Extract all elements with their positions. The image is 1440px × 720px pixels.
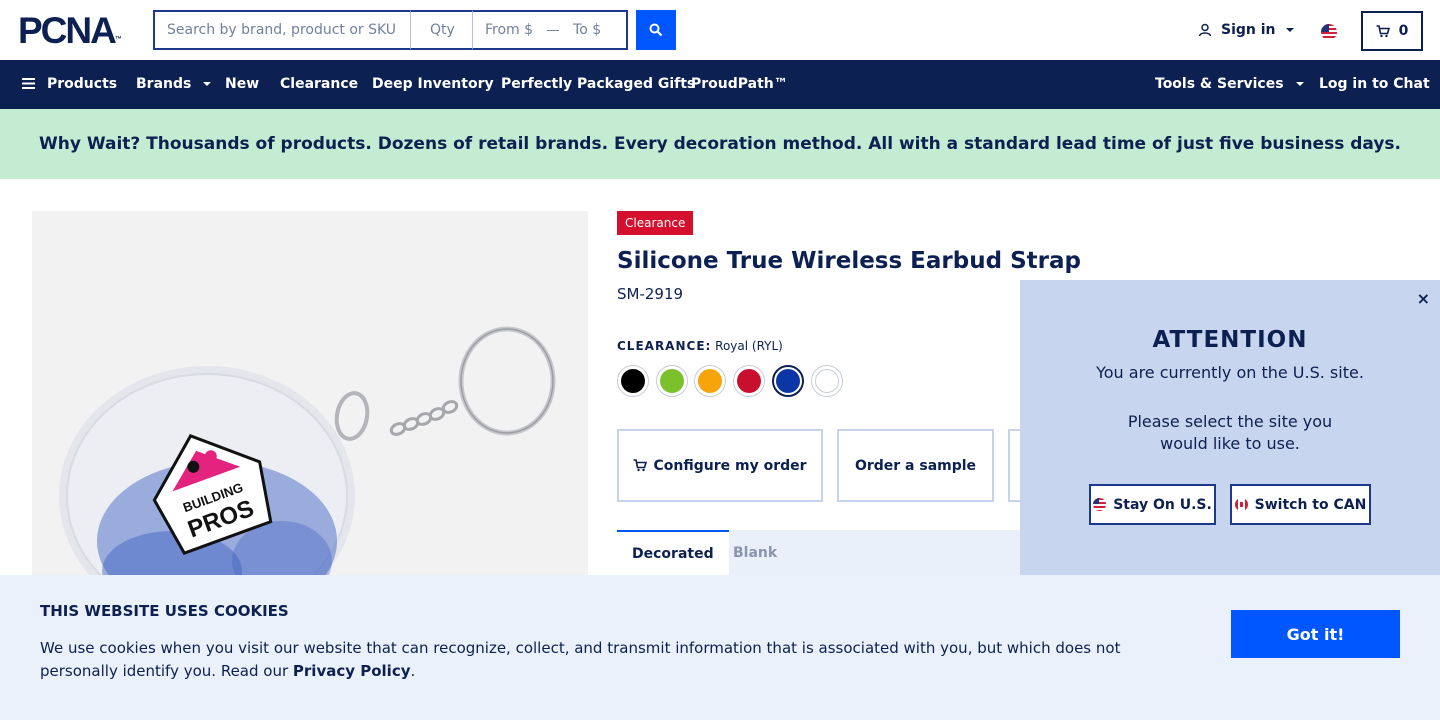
price-range-dash bbox=[547, 29, 560, 31]
chevron-down-icon bbox=[1295, 82, 1304, 86]
tab-decorated[interactable]: Decorated bbox=[617, 530, 729, 575]
color-swatch[interactable] bbox=[733, 365, 766, 397]
price-to-input[interactable]: To $ bbox=[573, 22, 601, 38]
top-header: PCNA™ Search by brand, product or SKU Qt… bbox=[0, 0, 1440, 60]
qty-input[interactable]: Qty bbox=[411, 10, 473, 50]
search-group: Search by brand, product or SKU Qty From… bbox=[153, 10, 628, 50]
swatch-fill bbox=[775, 369, 800, 393]
chevron-down-icon bbox=[1285, 28, 1294, 32]
cart-button[interactable]: 0 bbox=[1361, 11, 1423, 51]
nav-brands-label: Brands bbox=[136, 76, 192, 92]
color-swatch[interactable] bbox=[655, 365, 688, 397]
nav-packaged-gifts[interactable]: Perfectly Packaged Gifts bbox=[501, 75, 695, 93]
stay-us-button[interactable]: Stay On U.S. bbox=[1089, 484, 1216, 525]
accept-cookies-button[interactable]: Got it! bbox=[1231, 610, 1400, 658]
color-label-prefix: CLEARANCE: bbox=[617, 339, 712, 353]
swatch-fill bbox=[621, 369, 645, 393]
clearance-badge: Clearance bbox=[617, 211, 694, 235]
sign-in-label: Sign in bbox=[1221, 22, 1276, 38]
product-sku: SM-2919 bbox=[617, 285, 684, 303]
swatch-fill bbox=[659, 369, 684, 393]
popup-current-site: You are currently on the U.S. site. bbox=[1096, 363, 1364, 382]
nav-tools-label: Tools & Services bbox=[1155, 76, 1284, 92]
swatch-fill bbox=[737, 369, 762, 393]
color-swatch[interactable] bbox=[694, 365, 727, 397]
hamburger-icon bbox=[22, 78, 35, 89]
privacy-policy-link[interactable]: Privacy Policy bbox=[293, 662, 411, 680]
popup-title: ATTENTION bbox=[1152, 327, 1308, 353]
cookie-banner: THIS WEBSITE USES COOKIES We use cookies… bbox=[0, 575, 1440, 720]
user-icon bbox=[1198, 23, 1212, 37]
cart-count: 0 bbox=[1398, 23, 1409, 39]
popup-instruction-2: would like to use. bbox=[1160, 434, 1300, 453]
cookie-body-end: . bbox=[410, 662, 416, 680]
us-flag-icon[interactable] bbox=[1321, 24, 1337, 40]
product-title: Silicone True Wireless Earbud Strap bbox=[617, 248, 1081, 274]
switch-can-button[interactable]: Switch to CAN bbox=[1230, 484, 1371, 525]
close-icon[interactable]: × bbox=[1417, 289, 1430, 308]
search-button[interactable] bbox=[636, 10, 676, 50]
promo-banner-text: Why Wait? Thousands of products. Dozens … bbox=[38, 134, 1402, 154]
product-image[interactable]: BUILDING PROS bbox=[32, 211, 588, 575]
price-range-input: From $ To $ bbox=[473, 10, 628, 50]
selected-color-name: Royal (RYL) bbox=[715, 339, 783, 353]
cookie-body: We use cookies when you visit our websit… bbox=[40, 639, 1121, 680]
nav-deep-inventory[interactable]: Deep Inventory bbox=[372, 75, 494, 93]
order-sample-button[interactable]: Order a sample bbox=[837, 429, 994, 502]
pcna-logo[interactable]: PCNA™ bbox=[18, 12, 122, 59]
chevron-down-icon bbox=[203, 82, 212, 86]
cart-icon bbox=[1376, 24, 1390, 37]
logo-text: PCNA bbox=[18, 10, 117, 51]
nav-brands[interactable]: Brands bbox=[136, 75, 212, 93]
sign-in-menu[interactable]: Sign in bbox=[1198, 22, 1294, 38]
nav-products-label: Products bbox=[47, 76, 118, 92]
configure-order-button[interactable]: Configure my order bbox=[617, 429, 823, 502]
nav-proudpath[interactable]: ProudPath™ bbox=[691, 75, 788, 93]
logo-trademark: ™ bbox=[114, 36, 122, 43]
cookie-text: We use cookies when you visit our websit… bbox=[40, 637, 1140, 683]
color-swatch[interactable] bbox=[810, 365, 843, 397]
color-swatch[interactable] bbox=[771, 365, 804, 397]
search-icon bbox=[649, 23, 663, 37]
search-input[interactable]: Search by brand, product or SKU bbox=[153, 10, 411, 50]
cart-icon bbox=[633, 459, 648, 472]
us-flag-icon bbox=[1093, 498, 1107, 511]
nav-tools-services[interactable]: Tools & Services bbox=[1155, 75, 1304, 93]
product-photo: BUILDING PROS bbox=[59, 326, 556, 575]
tab-blank[interactable]: Blank bbox=[718, 530, 792, 575]
promo-banner: Why Wait? Thousands of products. Dozens … bbox=[0, 109, 1440, 179]
decoration-tabs: Decorated Blank bbox=[617, 530, 1027, 575]
cookie-title: THIS WEBSITE USES COOKIES bbox=[40, 602, 289, 620]
nav-clearance[interactable]: Clearance bbox=[280, 75, 358, 93]
nav-chat-login[interactable]: Log in to Chat bbox=[1319, 75, 1430, 93]
swatch-fill bbox=[814, 369, 839, 393]
switch-can-label: Switch to CAN bbox=[1254, 496, 1367, 513]
order-sample-label: Order a sample bbox=[854, 457, 977, 474]
configure-order-label: Configure my order bbox=[653, 457, 807, 474]
popup-instruction-1: Please select the site you bbox=[1127, 412, 1333, 431]
price-from-input[interactable]: From $ bbox=[485, 22, 533, 38]
color-swatch[interactable] bbox=[617, 365, 649, 397]
nav-new[interactable]: New bbox=[225, 75, 259, 93]
nav-products[interactable]: Products bbox=[22, 75, 117, 93]
stay-us-label: Stay On U.S. bbox=[1113, 496, 1212, 513]
canada-flag-icon bbox=[1234, 498, 1248, 511]
color-selection-label: CLEARANCE: Royal (RYL) bbox=[617, 339, 783, 353]
swatch-fill bbox=[698, 369, 723, 393]
main-nav: Products Brands New Clearance Deep Inven… bbox=[0, 60, 1440, 109]
